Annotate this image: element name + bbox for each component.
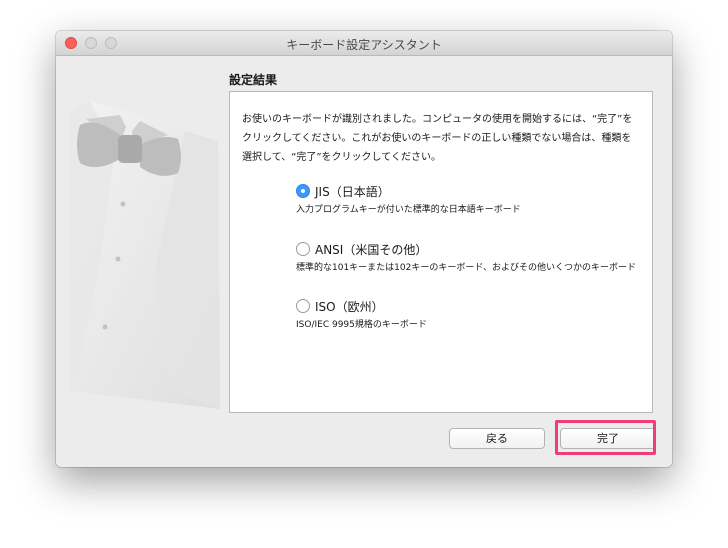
window-title: キーボード設定アシスタント (286, 38, 442, 52)
back-button[interactable]: 戻る (449, 428, 545, 449)
title-bar: キーボード設定アシスタント (56, 31, 672, 56)
keyboard-type-panel: お使いのキーボードが識別されました。コンピュータの使用を開始するには、“完了”を… (229, 91, 653, 413)
radio-iso[interactable] (296, 299, 310, 313)
tuxedo-bowtie-illustration (70, 101, 220, 409)
radio-ansi[interactable] (296, 242, 310, 256)
option-label-ansi[interactable]: ANSI（米国その他） (315, 241, 427, 258)
intro-text: お使いのキーボードが識別されました。コンピュータの使用を開始するには、“完了”を… (242, 114, 633, 163)
keyboard-setup-window: キーボード設定アシスタント 設定結果 お使いのキーボードが識別されました。コンピ… (56, 31, 672, 467)
option-description-jis: 入力プログラムキーが付いた標準的な日本語キーボード (296, 205, 521, 215)
option-label-jis[interactable]: JIS（日本語） (315, 183, 390, 200)
radio-jis[interactable] (296, 184, 310, 198)
option-label-iso[interactable]: ISO（欧州） (315, 298, 384, 315)
done-button-highlight (555, 420, 656, 455)
option-description-iso: ISO/IEC 9995規格のキーボード (296, 320, 427, 330)
section-title: 設定結果 (229, 73, 278, 87)
option-description-ansi: 標準的な101キーまたは102キーのキーボード、およびその他いくつかのキーボード (296, 263, 636, 273)
